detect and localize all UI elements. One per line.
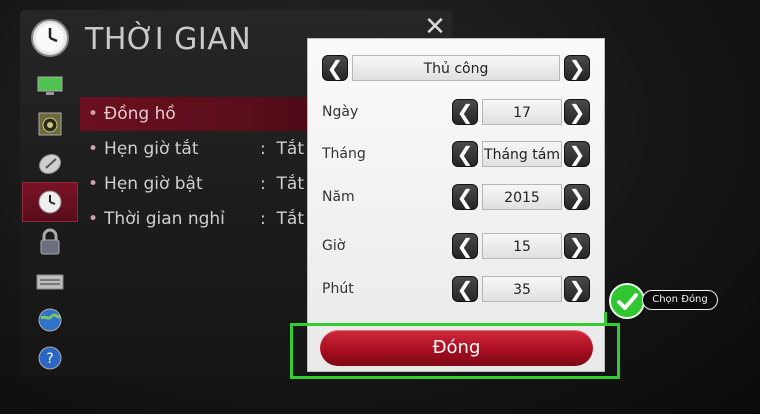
bullet-icon: • [88, 139, 99, 159]
hour-prev-button[interactable]: ❮ [452, 233, 478, 259]
lock-icon [40, 228, 60, 255]
hour-value: 15 [482, 233, 562, 259]
day-next-button[interactable]: ❯ [564, 99, 590, 125]
hour-label: Giờ [322, 238, 346, 254]
checkmark-icon [609, 283, 645, 319]
svg-text:?: ? [46, 351, 53, 367]
month-value: Tháng tám [482, 141, 562, 167]
close-icon[interactable]: ✕ [422, 14, 448, 40]
clock-icon [31, 19, 69, 57]
day-label: Ngày [322, 104, 359, 120]
mode-value: Thủ công [352, 55, 560, 81]
menu-item-label: Đồng hồ [104, 104, 176, 124]
help-icon: ? [38, 346, 62, 370]
minute-prev-button[interactable]: ❮ [452, 276, 478, 302]
clock-icon [38, 190, 62, 214]
bullet-icon: • [88, 174, 99, 194]
mode-selector: ❮ Thủ công ❯ [322, 53, 590, 83]
menu-item-value: : Tắt [260, 174, 305, 194]
sidebar-item-picture[interactable] [22, 66, 78, 106]
sidebar: ? [22, 66, 78, 376]
year-label: Năm [322, 189, 355, 205]
menu-item-label: Hẹn giờ bật [104, 174, 203, 194]
minute-row: Phút ❮ 35 ❯ [308, 276, 606, 306]
year-value: 2015 [482, 184, 562, 210]
satellite-dish-icon [38, 153, 62, 175]
callout-label: Chọn Đóng [642, 290, 718, 310]
day-row: Ngày ❮ 17 ❯ [308, 99, 606, 129]
menu-item-value: : Tắt [260, 139, 305, 159]
menu-item-on-timer[interactable]: • Hẹn giờ bật : Tắt [80, 167, 320, 201]
sidebar-item-channel[interactable] [22, 144, 78, 184]
month-prev-button[interactable]: ❮ [452, 141, 478, 167]
sidebar-item-audio[interactable] [22, 104, 78, 144]
menu-item-value: : Tắt [260, 209, 305, 229]
day-prev-button[interactable]: ❮ [452, 99, 478, 125]
mode-prev-button[interactable]: ❮ [322, 55, 348, 81]
day-value: 17 [482, 99, 562, 125]
bullet-icon: • [88, 209, 99, 229]
menu-item-off-timer[interactable]: • Hẹn giờ tắt : Tắt [80, 132, 320, 166]
menu-item-sleep-timer[interactable]: • Thời gian nghỉ : Tắt [80, 202, 320, 236]
month-row: Tháng ❮ Tháng tám ❯ [308, 141, 606, 171]
menu-item-label: Hẹn giờ tắt [104, 139, 199, 159]
month-label: Tháng [322, 146, 366, 162]
globe-icon [38, 308, 62, 332]
keyboard-icon [36, 274, 64, 290]
minute-next-button[interactable]: ❯ [564, 276, 590, 302]
check-icon [617, 293, 638, 310]
sidebar-item-support[interactable]: ? [22, 338, 78, 378]
year-prev-button[interactable]: ❮ [452, 184, 478, 210]
month-next-button[interactable]: ❯ [564, 141, 590, 167]
picture-icon [37, 76, 63, 95]
minute-value: 35 [482, 276, 562, 302]
menu-item-label: Thời gian nghỉ [104, 209, 225, 229]
page-title: THỜI GIAN [85, 22, 252, 57]
speaker-icon [38, 112, 62, 136]
mode-next-button[interactable]: ❯ [564, 55, 590, 81]
bullet-icon: • [88, 104, 99, 124]
clock-dialog: ❮ Thủ công ❯ Ngày ❮ 17 ❯ Tháng ❮ Tháng t… [307, 38, 605, 372]
minute-label: Phút [322, 281, 354, 297]
hour-next-button[interactable]: ❯ [564, 233, 590, 259]
hour-row: Giờ ❮ 15 ❯ [308, 233, 606, 263]
year-next-button[interactable]: ❯ [564, 184, 590, 210]
sidebar-item-option[interactable] [22, 262, 78, 302]
sidebar-item-network[interactable] [22, 300, 78, 340]
year-row: Năm ❮ 2015 ❯ [308, 184, 606, 214]
sidebar-item-lock[interactable] [22, 222, 78, 262]
sidebar-item-time[interactable] [22, 182, 78, 222]
menu-item-clock[interactable]: • Đồng hồ [80, 97, 320, 131]
highlight-box [290, 323, 620, 379]
